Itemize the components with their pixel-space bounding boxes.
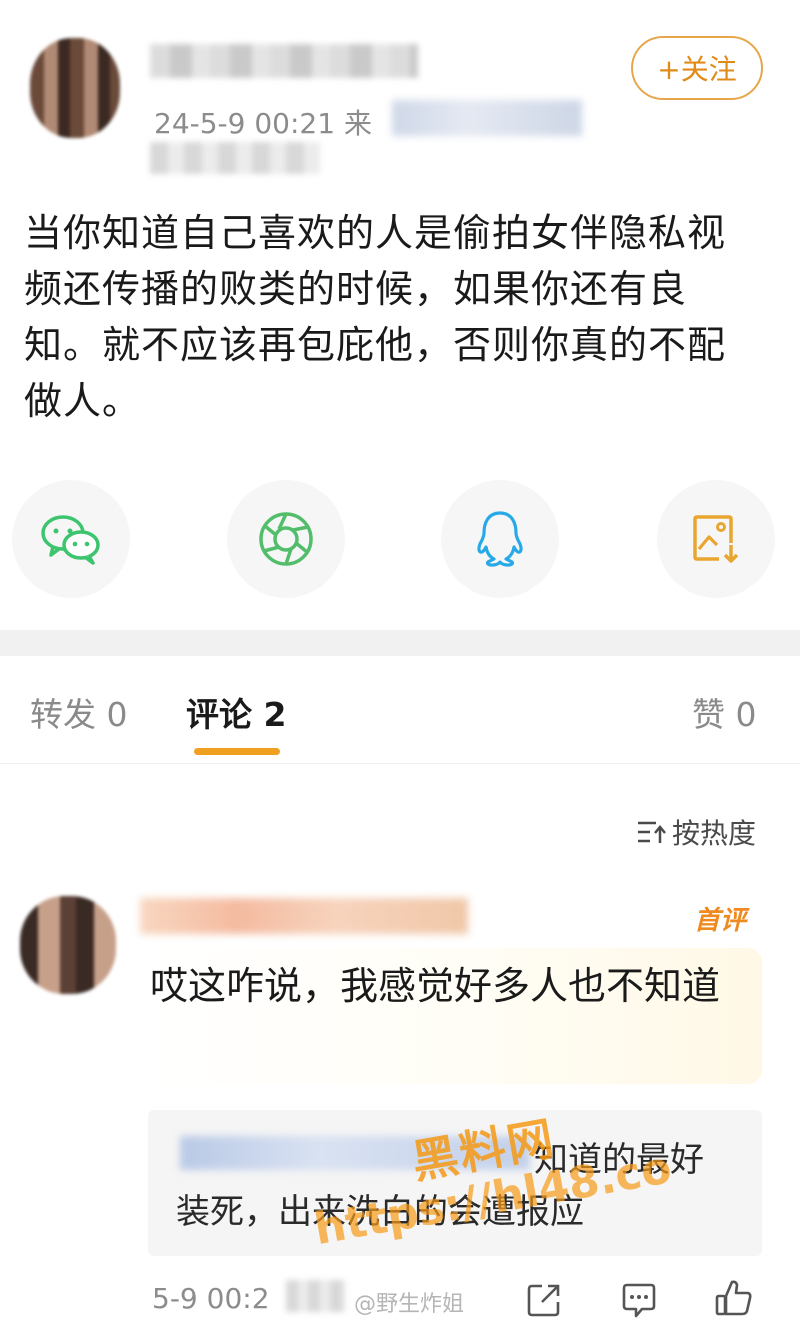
post-text: 当你知道自己喜欢的人是偷拍女伴隐私视频还传播的败类的时候，如果你还有良知。就不应… [24, 211, 727, 423]
tab-repost[interactable]: 转发 0 [30, 688, 128, 736]
share-row [0, 480, 800, 600]
comment-time: 5-9 00:2 [152, 1282, 270, 1315]
save-image-button[interactable] [657, 480, 775, 598]
interaction-tabs: 转发 0 评论 2 赞 0 [0, 656, 800, 764]
comment-text: 哎这咋说，我感觉好多人也不知道 [150, 964, 721, 1008]
sort-icon [638, 821, 666, 843]
share-moments-button[interactable] [227, 480, 345, 598]
post-location-blurred [150, 142, 320, 174]
comment-icon[interactable] [620, 1282, 658, 1320]
post-source-blurred [392, 100, 582, 136]
comment-footer: 5-9 00:2 @野生炸姐 [0, 1278, 800, 1326]
follow-button[interactable]: +关注 [631, 36, 763, 100]
post-card: 24-5-9 00:21 来 +关注 当你知道自己喜欢的人是偷拍女伴隐私视频还传… [0, 0, 800, 630]
commenter-avatar[interactable] [20, 896, 116, 994]
like-icon[interactable] [714, 1278, 754, 1318]
author-avatar[interactable] [30, 38, 120, 138]
share-icon[interactable] [526, 1282, 562, 1318]
post-meta: 24-5-9 00:21 来 [154, 107, 372, 140]
moments-icon [259, 512, 313, 566]
follow-button-label: +关注 [657, 53, 737, 86]
reply-line-1: 知道的最好 [534, 1140, 704, 1180]
reply-text: 知道的最好 装死，出来洗白的会遭报应 [176, 1134, 742, 1238]
share-qq-button[interactable] [441, 480, 559, 598]
author-name-blurred[interactable] [150, 44, 418, 78]
sort-by-hot-button[interactable]: 按热度 [636, 812, 756, 852]
sort-label: 按热度 [672, 817, 757, 850]
tab-likes[interactable]: 赞 0 [692, 688, 757, 736]
comment-time-blurred [286, 1280, 346, 1312]
active-tab-indicator [194, 748, 280, 755]
share-wechat-button[interactable] [12, 480, 130, 598]
platform-watermark: @野生炸姐 [354, 1292, 465, 1317]
commenter-name-blurred[interactable] [140, 898, 468, 934]
tab-comments[interactable]: 评论 2 [186, 688, 286, 736]
wechat-icon [41, 515, 100, 565]
qq-icon [477, 511, 523, 567]
save-image-icon [693, 515, 739, 563]
reply-line-2: 装死，出来洗白的会遭报应 [176, 1192, 584, 1232]
first-comment-badge: 首评 [694, 906, 747, 936]
section-divider [0, 630, 800, 656]
